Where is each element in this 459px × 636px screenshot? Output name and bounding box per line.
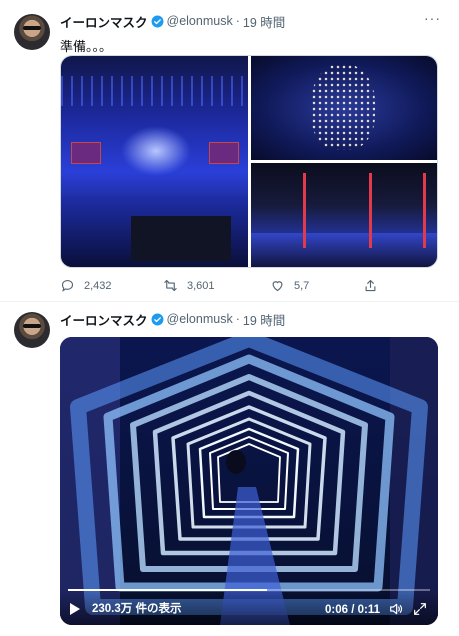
video-player[interactable]: 230.3万 件の表示 0:06 / 0:11 <box>60 337 438 625</box>
reply-icon <box>61 279 74 292</box>
photo-grid <box>60 55 438 268</box>
tweet-header: イーロンマスク @elonmusk · 19 時間 <box>60 310 285 328</box>
author-handle[interactable]: @elonmusk <box>167 14 233 28</box>
fullscreen-icon[interactable] <box>412 601 428 617</box>
like-icon <box>272 281 283 292</box>
tweet-time[interactable]: 19 時間 <box>243 310 285 329</box>
photo-factory-hall[interactable] <box>251 163 437 267</box>
tweet-time[interactable]: 19 時間 <box>243 12 285 31</box>
share-button[interactable] <box>363 278 387 293</box>
tweet[interactable]: イーロンマスク @elonmusk · 19 時間 230.3万 件の表示 0:… <box>0 302 459 636</box>
avatar[interactable] <box>14 14 50 50</box>
share-icon <box>365 279 376 292</box>
play-icon[interactable] <box>70 603 80 615</box>
verified-badge-icon <box>151 313 163 325</box>
separator-dot: · <box>235 312 240 326</box>
tweet-text: 準備。。。 <box>60 39 113 54</box>
author-handle[interactable]: @elonmusk <box>167 312 233 326</box>
retweet-icon <box>164 279 177 292</box>
more-icon[interactable]: ··· <box>424 10 441 26</box>
video-progress-bar[interactable] <box>68 589 430 591</box>
reply-button[interactable]: 2,432 <box>60 278 112 293</box>
volume-icon[interactable] <box>388 601 404 617</box>
view-count: 230.3万 件の表示 <box>92 603 182 615</box>
retweet-count: 3,601 <box>187 279 215 292</box>
video-progress-fill <box>68 589 268 591</box>
like-button[interactable]: 5,7 <box>270 278 309 293</box>
photo-stage[interactable] <box>61 56 248 267</box>
verified-badge-icon <box>151 15 163 27</box>
video-frame-light-tunnel <box>60 337 438 625</box>
tweet-actions: 2,432 3,601 5,7 <box>60 278 390 296</box>
tweet-actions-partial <box>60 628 390 636</box>
avatar[interactable] <box>14 312 50 348</box>
author-name[interactable]: イーロンマスク <box>60 310 148 329</box>
video-time: 0:06 / 0:11 <box>325 604 380 616</box>
photo-drone-face[interactable] <box>251 56 437 160</box>
tweet[interactable]: イーロンマスク @elonmusk · 19 時間 ··· 準備。。。 2,43… <box>0 0 459 302</box>
retweet-button[interactable]: 3,601 <box>163 278 215 293</box>
like-count: 5,7 <box>294 279 310 292</box>
author-name[interactable]: イーロンマスク <box>60 12 148 31</box>
tweet-header: イーロンマスク @elonmusk · 19 時間 <box>60 12 285 30</box>
separator-dot: · <box>235 14 240 28</box>
reply-count: 2,432 <box>84 279 112 292</box>
